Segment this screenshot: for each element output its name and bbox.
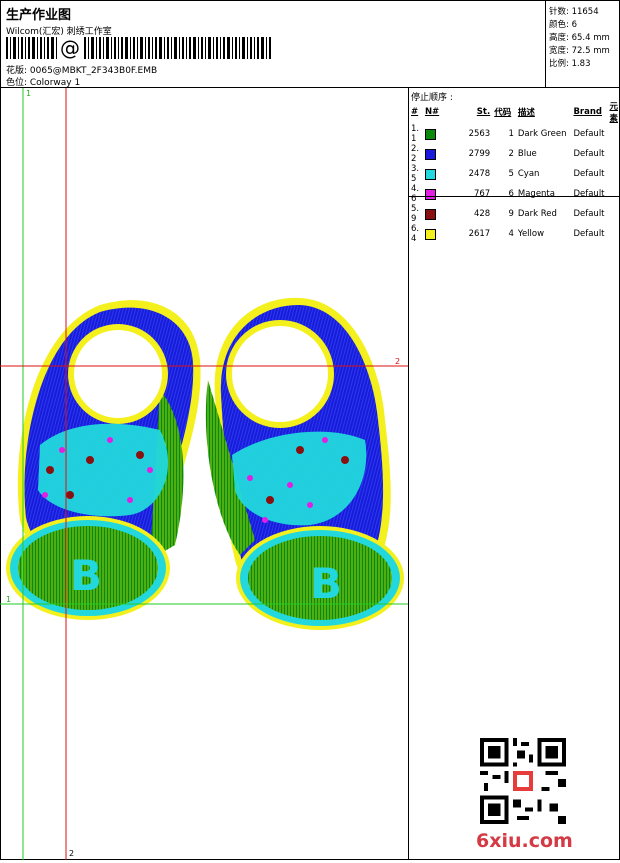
row-swatch: [423, 144, 462, 164]
row-index: 1. 1: [411, 124, 420, 144]
table-header-row: # N# St. 代码 描述 Brand 元素: [409, 100, 620, 124]
row-swatch: [423, 124, 462, 144]
color-swatch: [424, 188, 436, 200]
row-index: 3. 5: [411, 164, 420, 184]
col-index: #: [411, 107, 419, 117]
guide-label-h2: 2: [395, 357, 400, 366]
row-index: 6. 4: [411, 224, 420, 244]
row-brand: Default: [573, 229, 605, 239]
row-swatch: [423, 224, 462, 244]
design-height: 高度: 65.4 mm: [549, 33, 610, 43]
row-index: 2. 2: [411, 144, 420, 164]
row-stitches: 2799: [468, 149, 491, 159]
svg-text:@: @: [60, 37, 80, 59]
row-stitches: 2478: [468, 169, 491, 179]
row-description: Cyan: [517, 169, 540, 179]
col-brand: Brand: [573, 107, 602, 117]
row-brand: Default: [573, 129, 605, 139]
stop-sequence-table: # N# St. 代码 描述 Brand 元素 1. 1 2563 1 Dark Gr…: [409, 100, 620, 244]
row-stitches: 2617: [468, 229, 491, 239]
col-description: 描述: [517, 108, 535, 118]
row-element: [607, 184, 620, 204]
guide-label-v1: 1: [26, 89, 31, 98]
table-row: 4. 6 767 6 Magenta Default: [409, 184, 620, 204]
color-swatch: [424, 208, 436, 220]
row-brand: Default: [573, 169, 605, 179]
right-shoe: B: [205, 297, 404, 630]
row-index: 5. 9: [411, 204, 420, 224]
color-swatch: [424, 128, 436, 140]
table-row: 6. 4 2617 4 Yellow Default: [409, 224, 620, 244]
col-number: N#: [424, 107, 440, 117]
color-swatch: [424, 168, 436, 180]
table-row: 2. 2 2799 2 Blue Default: [409, 144, 620, 164]
colorway-label: 色位: Colorway 1: [6, 78, 81, 88]
row-description: Yellow: [517, 229, 545, 239]
left-shoe-letter: B: [70, 551, 102, 600]
col-element: 元素: [609, 102, 618, 124]
row-code: 4: [508, 229, 514, 239]
row-stitches: 428: [473, 209, 491, 219]
guide-label-h1: 1: [6, 595, 11, 604]
row-brand: Default: [573, 209, 605, 219]
design-width: 宽度: 72.5 mm: [549, 46, 610, 56]
color-swatch: [424, 148, 436, 160]
row-code: 6: [508, 189, 514, 199]
stitch-count: 针数: 11654: [549, 7, 599, 17]
design-canvas: B B 1 2 1 2: [0, 88, 409, 860]
color-swatch: [424, 228, 436, 240]
row-brand: Default: [573, 149, 605, 159]
row-element: [607, 224, 620, 244]
left-shoe: B: [6, 300, 201, 620]
table-row: 5. 9 428 9 Dark Red Default: [409, 204, 620, 224]
row-code: 2: [508, 149, 514, 159]
row-swatch: [423, 164, 462, 184]
row-swatch: [423, 204, 462, 224]
barcode-image: @: [6, 37, 271, 59]
guide-label-v2: 2: [69, 849, 74, 858]
row-brand: Default: [573, 189, 605, 199]
col-code: 代码: [494, 108, 512, 118]
right-shoe-letter: B: [310, 559, 342, 608]
row-code: 5: [508, 169, 514, 179]
row-description: Dark Green: [517, 129, 567, 139]
sheet-title: 生产作业图: [6, 8, 72, 23]
row-element: [607, 164, 620, 184]
company-name: Wilcom(汇宏) 刺绣工作室: [6, 27, 112, 37]
table-row: 1. 1 2563 1 Dark Green Default: [409, 124, 620, 144]
row-stitches: 2563: [468, 129, 491, 139]
color-count: 颜色: 6: [549, 20, 577, 30]
row-element: [607, 144, 620, 164]
table-row: 3. 5 2478 5 Cyan Default: [409, 164, 620, 184]
row-index: 4. 6: [411, 184, 420, 204]
row-element: [607, 124, 620, 144]
qr-code-image: [480, 738, 566, 824]
row-code: 1: [508, 129, 514, 139]
row-element: [607, 204, 620, 224]
watermark-text: 6xiu.com: [476, 830, 573, 852]
embroidery-preview: B B 1 2 1 2: [0, 88, 408, 860]
row-description: Dark Red: [517, 209, 557, 219]
stats-panel: 针数: 11654 颜色: 6 高度: 65.4 mm 宽度: 72.5 mm …: [545, 0, 620, 87]
design-scale: 比例: 1.83: [549, 59, 591, 69]
row-code: 9: [508, 209, 514, 219]
row-swatch: [423, 184, 462, 204]
sequence-divider: [408, 196, 620, 197]
row-description: Magenta: [517, 189, 555, 199]
col-stitches: St.: [476, 107, 491, 117]
row-description: Blue: [517, 149, 537, 159]
row-stitches: 767: [473, 189, 491, 199]
